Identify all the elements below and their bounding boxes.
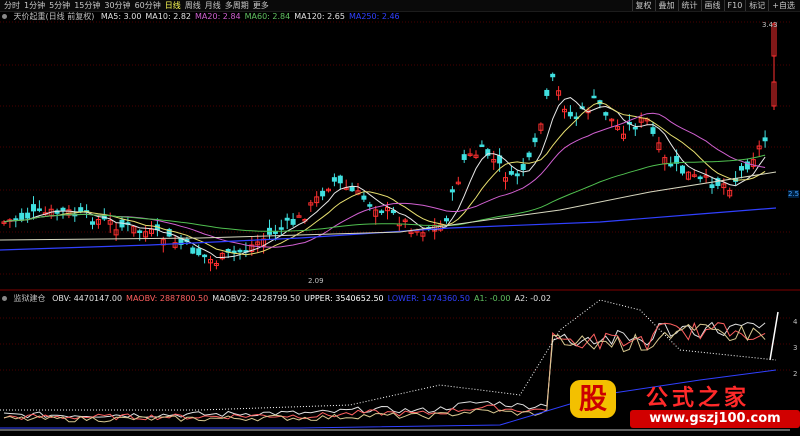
candle-body: [25, 212, 31, 219]
candle-body: [331, 177, 337, 182]
logo-char: 股: [570, 380, 616, 418]
candle-body: [90, 221, 95, 225]
sub-axis-tick: 2: [793, 370, 798, 378]
candle-body: [550, 73, 556, 78]
candle-body: [739, 166, 744, 171]
candle-body: [762, 137, 768, 142]
candle-body: [709, 184, 715, 189]
candle-body: [349, 186, 355, 192]
candle-body: [508, 171, 514, 175]
candle-body: [19, 212, 25, 220]
candle-body: [361, 195, 367, 200]
candle-body: [514, 173, 520, 177]
candle-body: [320, 190, 326, 197]
candle-body: [78, 207, 84, 213]
candle-body: [449, 189, 455, 193]
high-price-label: 3.43: [762, 21, 778, 29]
candle-body: [31, 204, 36, 212]
sub-axis-tick: 3: [793, 344, 798, 352]
candle-body: [632, 126, 638, 130]
candle-body: [237, 249, 243, 253]
obv-spike: [769, 311, 779, 361]
candle-body: [36, 208, 42, 211]
logo-url: www.gszj100.com: [630, 410, 800, 428]
candle-body: [196, 248, 202, 256]
candle-body: [337, 175, 343, 184]
candle-body: [278, 227, 284, 230]
candle-body: [567, 111, 573, 117]
candle-body: [697, 176, 703, 180]
candle-body: [591, 95, 597, 99]
candle-body: [60, 207, 66, 211]
candle-body: [367, 204, 373, 207]
candle-body: [137, 230, 143, 233]
candle-body: [680, 165, 685, 174]
candle-body: [532, 137, 538, 143]
candle-body: [202, 254, 208, 258]
price-tag: 2.5: [788, 190, 800, 198]
candle-body: [520, 164, 526, 171]
candle-body: [526, 152, 532, 158]
candle-body: [290, 218, 296, 225]
candle-body: [668, 163, 674, 167]
candle-body: [650, 127, 656, 134]
candle-body: [190, 247, 196, 254]
candle-body: [603, 112, 609, 116]
candle-body: [379, 210, 385, 214]
watermark-logo: 股 公式之家 www.gszj100.com: [558, 378, 800, 436]
candle-body: [444, 218, 449, 222]
sub-axis-tick: 4: [793, 318, 798, 326]
low-price-label: 2.09: [308, 277, 324, 285]
logo-title: 公式之家: [646, 385, 751, 411]
candle-body: [461, 154, 467, 160]
candle-body: [284, 217, 290, 221]
ma60-line: [3, 154, 766, 232]
candle-body: [272, 231, 278, 234]
kline-chart[interactable]: [0, 0, 800, 436]
candle-body: [544, 89, 550, 96]
candle-body: [479, 144, 485, 148]
